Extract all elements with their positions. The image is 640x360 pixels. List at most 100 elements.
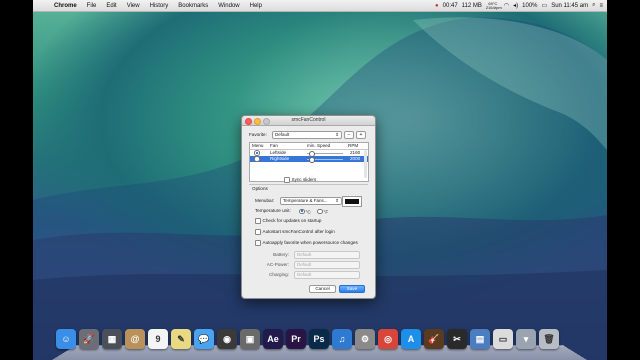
battery-label: Battery: — [273, 252, 289, 257]
header-fan[interactable]: Fan — [270, 143, 278, 149]
menubar-color-well[interactable] — [342, 196, 362, 207]
status-temperature[interactable]: 69°C 2164rpm — [485, 1, 502, 10]
save-button[interactable]: Save — [339, 285, 365, 293]
autostart-label: Autostart smcFanControl after login — [262, 229, 335, 234]
chrome-icon[interactable]: ◎ — [378, 329, 398, 349]
menu-history[interactable]: History — [145, 3, 174, 9]
fahrenheit-radio[interactable]: °F — [317, 208, 328, 215]
sync-sliders-checkbox[interactable]: Sync sliders — [284, 177, 316, 183]
menu-radio[interactable] — [254, 156, 260, 162]
charging-select[interactable]: Default — [294, 271, 360, 279]
battery-select[interactable]: Default — [294, 251, 360, 259]
autoapply-checkbox[interactable]: Autoapply favorite when powersource chan… — [255, 240, 358, 246]
battery-percent[interactable]: 100% — [522, 3, 537, 9]
battery-icon[interactable]: ▭ — [542, 2, 548, 9]
fahrenheit-label: °F — [323, 209, 329, 215]
itunes-icon[interactable]: ♫ — [332, 329, 352, 349]
finder-icon[interactable]: ☺ — [56, 329, 76, 349]
messages-icon[interactable]: 💬 — [194, 329, 214, 349]
final-cut-icon[interactable]: ✂ — [447, 329, 467, 349]
menubar-select[interactable]: Temperature & Fans... ⇕ — [280, 197, 342, 205]
popup-arrows-icon: ⇕ — [335, 132, 339, 137]
status-memory[interactable]: 112 MB — [462, 3, 482, 9]
autostart-checkbox[interactable]: Autostart smcFanControl after login — [255, 229, 335, 235]
menu-window[interactable]: Window — [213, 3, 244, 9]
downloads-icon[interactable]: ▾ — [516, 329, 536, 349]
zoom-icon[interactable] — [263, 118, 270, 125]
menu-view[interactable]: View — [122, 3, 145, 9]
remove-favorite-button[interactable]: − — [344, 131, 354, 139]
cancel-button[interactable]: Cancel — [309, 285, 336, 293]
celsius-radio-dot[interactable] — [299, 208, 305, 214]
fahrenheit-radio-dot[interactable] — [317, 208, 323, 214]
favorite-value: Default — [275, 132, 290, 137]
favorite-select[interactable]: Default ⇕ — [272, 131, 342, 139]
spotlight-icon[interactable]: ⌕ — [592, 2, 595, 9]
add-favorite-button[interactable]: + — [356, 131, 366, 139]
divider — [249, 184, 368, 185]
notes-icon[interactable]: ✎ — [171, 329, 191, 349]
mission-control-icon[interactable]: ▦ — [102, 329, 122, 349]
min-speed-slider[interactable] — [307, 156, 343, 163]
slider-knob[interactable] — [308, 156, 315, 163]
ac-power-select[interactable]: Default — [294, 261, 360, 269]
charging-value: Default — [297, 272, 312, 277]
desktop: Chrome File Edit View History Bookmarks … — [33, 0, 607, 360]
fan-row-rightside[interactable]: Rightside 2000 — [250, 156, 368, 163]
check-updates-label: Check for updates on startup — [262, 218, 322, 223]
calendar-icon[interactable]: 9 — [148, 329, 168, 349]
popup-arrows-icon: ⇕ — [335, 198, 339, 203]
launchpad-icon[interactable]: 🚀 — [79, 329, 99, 349]
menu-file[interactable]: File — [82, 3, 102, 9]
photo-booth-icon[interactable]: ▣ — [240, 329, 260, 349]
dock-icons: ☺ 🚀 ▦ @9 ✎ 💬 ◉ ▣ Ae Pr Ps ♫ ⚙ ◎ A 🎸 ✂ ▤ ▭ ▾ 🗑 — [56, 329, 559, 349]
minimize-icon[interactable] — [254, 118, 261, 125]
header-rpm[interactable]: RPM — [348, 143, 358, 149]
check-updates-box[interactable] — [255, 218, 261, 224]
menu-help[interactable]: Help — [245, 3, 267, 9]
contacts-icon[interactable]: @ — [125, 329, 145, 349]
sync-sliders-box[interactable] — [284, 177, 290, 183]
notification-center-icon[interactable]: ≡ — [599, 3, 603, 9]
header-menu[interactable]: Menu — [252, 143, 264, 149]
autostart-box[interactable] — [255, 229, 261, 235]
photoshop-icon[interactable]: Ps — [309, 329, 329, 349]
fan-name: Rightside — [270, 156, 290, 161]
app-store-icon[interactable]: A — [401, 329, 421, 349]
header-min-speed[interactable]: min. Speed — [307, 143, 330, 149]
status-clock-time[interactable]: 00:47 — [443, 3, 458, 9]
autoapply-box[interactable] — [255, 240, 261, 246]
status-datetime[interactable]: Sun 11:45 am — [551, 3, 588, 9]
ac-power-value: Default — [297, 262, 312, 267]
menubar-label: Menubar: — [255, 198, 275, 203]
premiere-icon[interactable]: Pr — [286, 329, 306, 349]
min-speed-slider[interactable] — [307, 150, 343, 157]
garageband-icon[interactable]: 🎸 — [424, 329, 444, 349]
check-updates-checkbox[interactable]: Check for updates on startup — [255, 218, 322, 224]
menu-bookmarks[interactable]: Bookmarks — [173, 3, 213, 9]
document-icon[interactable]: ▭ — [493, 329, 513, 349]
menu-app-name[interactable]: Chrome — [49, 3, 82, 9]
celsius-radio[interactable]: °C — [299, 208, 311, 215]
menu-edit[interactable]: Edit — [101, 3, 121, 9]
temperature-unit-label: Temperature unit: — [255, 208, 291, 213]
sync-sliders-label: Sync sliders — [291, 177, 317, 182]
volume-icon[interactable]: ◂) — [513, 2, 518, 9]
wifi-icon[interactable]: ◠ — [504, 2, 509, 9]
smcfancontrol-window: smcFanControl Favorite: Default ⇕ − + Me… — [241, 115, 376, 299]
status-area: ● 00:47 112 MB 69°C 2164rpm ◠ ◂) 100% ▭ … — [435, 1, 607, 10]
after-effects-icon[interactable]: Ae — [263, 329, 283, 349]
preview-icon[interactable]: ▤ — [470, 329, 490, 349]
close-icon[interactable] — [245, 118, 252, 125]
facetime-icon[interactable]: ◉ — [217, 329, 237, 349]
menubar-value: Temperature & Fans... — [283, 198, 328, 203]
system-preferences-icon[interactable]: ⚙ — [355, 329, 375, 349]
window-titlebar[interactable]: smcFanControl — [242, 116, 375, 126]
menu-radio[interactable] — [254, 150, 260, 156]
trash-icon[interactable]: 🗑 — [539, 329, 559, 349]
fan-rpm-value: 2164rpm — [485, 4, 502, 10]
table-scrollbar[interactable] — [364, 150, 367, 178]
battery-value: Default — [297, 252, 312, 257]
options-heading: Options — [252, 186, 268, 191]
record-icon[interactable]: ● — [435, 3, 439, 9]
